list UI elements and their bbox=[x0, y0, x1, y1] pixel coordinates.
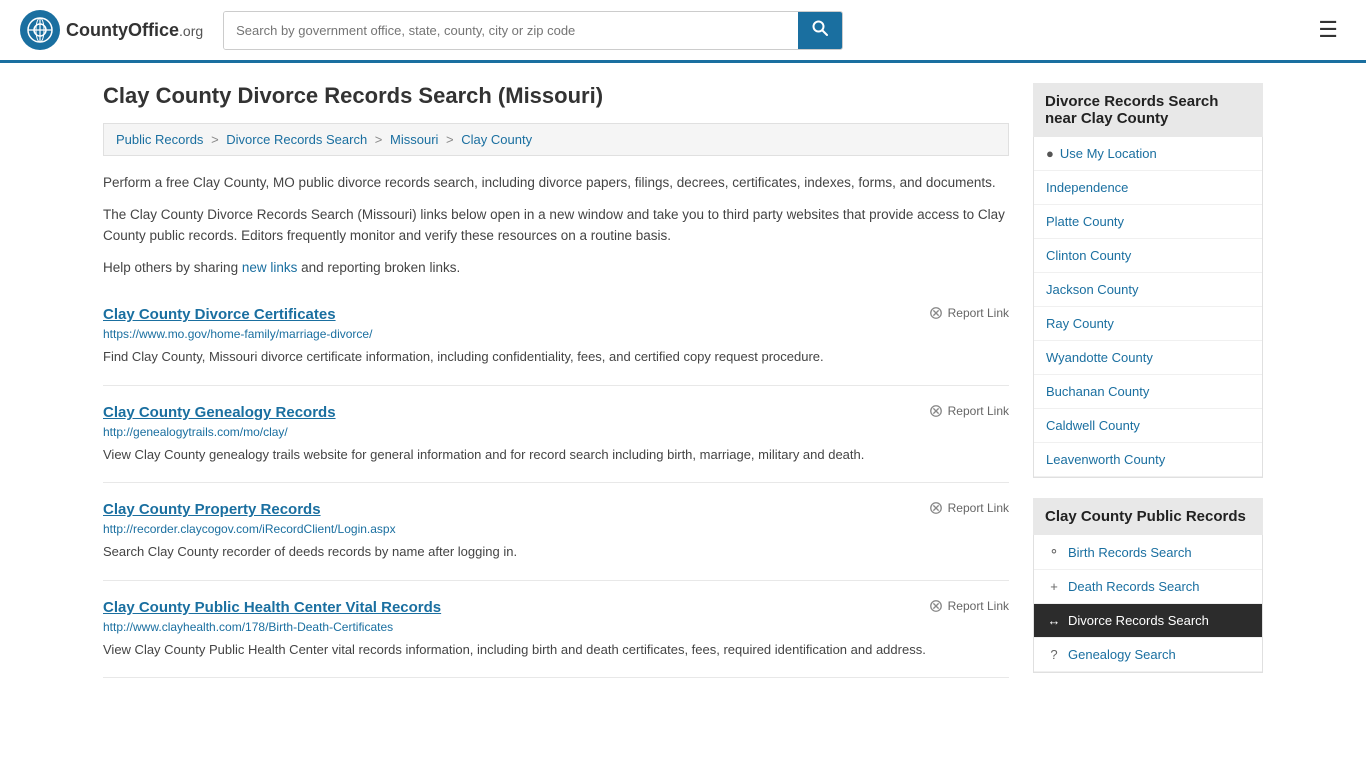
report-icon bbox=[929, 599, 943, 613]
near-item-6[interactable]: Buchanan County bbox=[1034, 375, 1262, 409]
report-link-1[interactable]: Report Link bbox=[929, 404, 1009, 418]
public-records-link-0[interactable]: ⚬ Birth Records Search bbox=[1034, 535, 1262, 569]
public-records-section: Clay County Public Records ⚬ Birth Recor… bbox=[1033, 498, 1263, 673]
search-input[interactable] bbox=[224, 12, 798, 49]
description-1: Perform a free Clay County, MO public di… bbox=[103, 172, 1009, 194]
result-url-2: http://recorder.claycogov.com/iRecordCli… bbox=[103, 522, 1009, 536]
public-records-link-1[interactable]: + Death Records Search bbox=[1034, 570, 1262, 603]
near-item-7[interactable]: Caldwell County bbox=[1034, 409, 1262, 443]
result-title-1[interactable]: Clay County Genealogy Records bbox=[103, 404, 336, 421]
near-item-5[interactable]: Wyandotte County bbox=[1034, 341, 1262, 375]
near-item-link-6[interactable]: Buchanan County bbox=[1034, 375, 1262, 408]
search-icon bbox=[812, 20, 828, 36]
report-link-3[interactable]: Report Link bbox=[929, 599, 1009, 613]
near-item-link-8[interactable]: Leavenworth County bbox=[1034, 443, 1262, 476]
result-header: Clay County Property Records Report Link bbox=[103, 501, 1009, 518]
near-list: ● Use My Location IndependencePlatte Cou… bbox=[1033, 137, 1263, 478]
logo-link[interactable]: CountyOffice.org bbox=[20, 10, 203, 50]
public-records-icon-2: ↔ bbox=[1046, 613, 1062, 628]
result-header: Clay County Genealogy Records Report Lin… bbox=[103, 404, 1009, 421]
description-2: The Clay County Divorce Records Search (… bbox=[103, 204, 1009, 247]
result-desc-0: Find Clay County, Missouri divorce certi… bbox=[103, 347, 1009, 367]
sidebar: Divorce Records Search near Clay County … bbox=[1033, 83, 1263, 693]
new-links-link[interactable]: new links bbox=[242, 260, 298, 275]
breadcrumb-public-records[interactable]: Public Records bbox=[116, 132, 203, 147]
description-3: Help others by sharing new links and rep… bbox=[103, 257, 1009, 279]
breadcrumb-missouri[interactable]: Missouri bbox=[390, 132, 438, 147]
near-item-link-2[interactable]: Clinton County bbox=[1034, 239, 1262, 272]
public-records-list: ⚬ Birth Records Search + Death Records S… bbox=[1033, 535, 1263, 673]
near-item-link-4[interactable]: Ray County bbox=[1034, 307, 1262, 340]
near-item-4[interactable]: Ray County bbox=[1034, 307, 1262, 341]
near-item-1[interactable]: Platte County bbox=[1034, 205, 1262, 239]
near-item-link-7[interactable]: Caldwell County bbox=[1034, 409, 1262, 442]
pin-icon: ● bbox=[1046, 146, 1054, 161]
report-link-0[interactable]: Report Link bbox=[929, 306, 1009, 320]
result-item: Clay County Divorce Certificates Report … bbox=[103, 288, 1009, 386]
near-item-link-5[interactable]: Wyandotte County bbox=[1034, 341, 1262, 374]
breadcrumb-clay-county[interactable]: Clay County bbox=[461, 132, 532, 147]
public-records-link-3[interactable]: ? Genealogy Search bbox=[1034, 638, 1262, 671]
report-icon bbox=[929, 404, 943, 418]
report-icon bbox=[929, 306, 943, 320]
public-records-link-2[interactable]: ↔ Divorce Records Search bbox=[1034, 604, 1262, 637]
result-title-2[interactable]: Clay County Property Records bbox=[103, 501, 321, 518]
near-item-3[interactable]: Jackson County bbox=[1034, 273, 1262, 307]
result-url-0: https://www.mo.gov/home-family/marriage-… bbox=[103, 327, 1009, 341]
main-container: Clay County Divorce Records Search (Miss… bbox=[83, 63, 1283, 713]
public-records-item-2[interactable]: ↔ Divorce Records Search bbox=[1034, 604, 1262, 638]
menu-button[interactable]: ☰ bbox=[1310, 13, 1346, 47]
result-url-1: http://genealogytrails.com/mo/clay/ bbox=[103, 425, 1009, 439]
logo-icon bbox=[20, 10, 60, 50]
report-link-2[interactable]: Report Link bbox=[929, 501, 1009, 515]
result-item: Clay County Genealogy Records Report Lin… bbox=[103, 386, 1009, 484]
near-item-8[interactable]: Leavenworth County bbox=[1034, 443, 1262, 477]
result-desc-1: View Clay County genealogy trails websit… bbox=[103, 445, 1009, 465]
near-item-link-0[interactable]: Independence bbox=[1034, 171, 1262, 204]
near-item-link-1[interactable]: Platte County bbox=[1034, 205, 1262, 238]
near-item-2[interactable]: Clinton County bbox=[1034, 239, 1262, 273]
report-icon bbox=[929, 501, 943, 515]
result-desc-3: View Clay County Public Health Center vi… bbox=[103, 640, 1009, 660]
public-records-item-1[interactable]: + Death Records Search bbox=[1034, 570, 1262, 604]
near-item-link-3[interactable]: Jackson County bbox=[1034, 273, 1262, 306]
header-right: ☰ bbox=[1310, 13, 1346, 47]
result-title-3[interactable]: Clay County Public Health Center Vital R… bbox=[103, 599, 441, 616]
result-url-3: http://www.clayhealth.com/178/Birth-Deat… bbox=[103, 620, 1009, 634]
result-title-0[interactable]: Clay County Divorce Certificates bbox=[103, 306, 336, 323]
public-records-icon-3: ? bbox=[1046, 647, 1062, 662]
public-records-icon-0: ⚬ bbox=[1046, 544, 1062, 560]
breadcrumb: Public Records > Divorce Records Search … bbox=[103, 123, 1009, 156]
result-item: Clay County Public Health Center Vital R… bbox=[103, 581, 1009, 679]
result-header: Clay County Public Health Center Vital R… bbox=[103, 599, 1009, 616]
public-records-icon-1: + bbox=[1046, 579, 1062, 594]
header: CountyOffice.org ☰ bbox=[0, 0, 1366, 63]
logo-text: CountyOffice.org bbox=[66, 20, 203, 41]
use-location-item[interactable]: ● Use My Location bbox=[1034, 137, 1262, 171]
search-bar bbox=[223, 11, 843, 50]
result-header: Clay County Divorce Certificates Report … bbox=[103, 306, 1009, 323]
near-item-0[interactable]: Independence bbox=[1034, 171, 1262, 205]
near-section: Divorce Records Search near Clay County … bbox=[1033, 83, 1263, 478]
page-title: Clay County Divorce Records Search (Miss… bbox=[103, 83, 1009, 109]
near-title: Divorce Records Search near Clay County bbox=[1033, 83, 1263, 137]
content-area: Clay County Divorce Records Search (Miss… bbox=[103, 83, 1009, 693]
use-location-link[interactable]: ● Use My Location bbox=[1034, 137, 1262, 170]
result-item: Clay County Property Records Report Link… bbox=[103, 483, 1009, 581]
search-button[interactable] bbox=[798, 12, 842, 49]
breadcrumb-divorce-records[interactable]: Divorce Records Search bbox=[226, 132, 367, 147]
public-records-title: Clay County Public Records bbox=[1033, 498, 1263, 535]
public-records-item-3[interactable]: ? Genealogy Search bbox=[1034, 638, 1262, 672]
results-container: Clay County Divorce Certificates Report … bbox=[103, 288, 1009, 678]
result-desc-2: Search Clay County recorder of deeds rec… bbox=[103, 542, 1009, 562]
public-records-item-0[interactable]: ⚬ Birth Records Search bbox=[1034, 535, 1262, 570]
